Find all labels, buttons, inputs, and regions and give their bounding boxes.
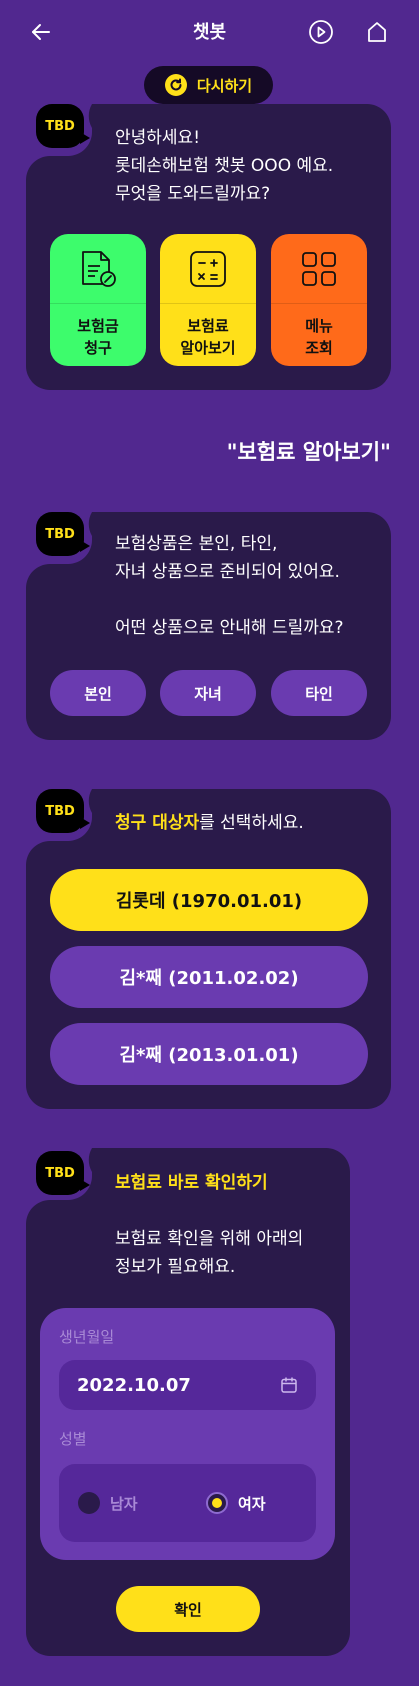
radio-checked-icon [206,1492,228,1514]
target-option-2[interactable]: 김*째 (2011.02.02) [50,946,368,1008]
target-option-1[interactable]: 김롯데 (1970.01.01) [50,869,368,931]
gender-female-radio[interactable]: 여자 [206,1492,266,1514]
home-button[interactable] [361,16,393,48]
birth-label: 생년월일 [59,1328,115,1346]
gender-male-radio[interactable]: 남자 [78,1492,138,1514]
premium-tile[interactable]: 보험료 알아보기 [160,234,256,366]
menu-tile-label: 메뉴 조회 [305,317,333,357]
gender-female-label: 여자 [238,1494,266,1513]
gender-male-label: 남자 [110,1494,138,1513]
refresh-icon [164,74,187,96]
play-circle-icon [309,20,333,44]
option-self-button[interactable]: 본인 [50,670,146,716]
confirm-button[interactable]: 확인 [116,1586,260,1632]
page-title: 챗봇 [192,22,227,43]
claim-tile[interactable]: 보험금 청구 [50,234,146,366]
home-icon [368,22,386,42]
premium-tile-label: 보험료 알아보기 [180,317,236,357]
premium-check-title: 보험료 바로 확인하기 [115,1173,268,1193]
bot-avatar: TBD [36,1151,90,1195]
target-rest: 를 선택하세요. [199,813,304,833]
bot-avatar: TBD [36,789,90,833]
retry-button[interactable]: 다시하기 [144,66,273,104]
birth-date-input[interactable]: 2022.10.07 [59,1360,316,1410]
product-type-message: 보험상품은 본인, 타인, 자녀 상품으로 준비되어 있어요. 어떤 상품으로 … [115,534,344,638]
gender-label: 성별 [59,1430,87,1448]
option-child-button[interactable]: 자녀 [160,670,256,716]
header: 챗봇 [0,0,419,62]
claim-document-icon [82,250,116,287]
premium-check-message: 보험료 확인을 위해 아래의 정보가 필요해요. [115,1229,304,1277]
retry-label: 다시하기 [196,76,253,95]
target-option-3[interactable]: 김*째 (2013.01.01) [50,1023,368,1085]
bot-avatar: TBD [36,104,90,148]
menu-tile[interactable]: 메뉴 조회 [271,234,367,366]
option-other-button[interactable]: 타인 [271,670,367,716]
greeting-message: 안녕하세요! 롯데손해보험 챗봇 OOO 예요. 무엇을 도와드릴까요? [115,128,334,204]
target-highlight: 청구 대상자 [115,813,200,833]
calculator-icon [190,250,226,287]
calendar-icon[interactable] [280,1376,298,1394]
user-reply: "보험료 알아보기" [226,440,391,464]
radio-unchecked-icon [78,1492,100,1514]
play-button[interactable] [305,16,337,48]
grid-menu-icon [302,251,336,286]
target-select-message: 청구 대상자를 선택하세요. [115,809,304,837]
birth-date-value: 2022.10.07 [77,1374,191,1396]
bot-avatar: TBD [36,512,90,556]
claim-tile-label: 보험금 청구 [77,317,119,357]
